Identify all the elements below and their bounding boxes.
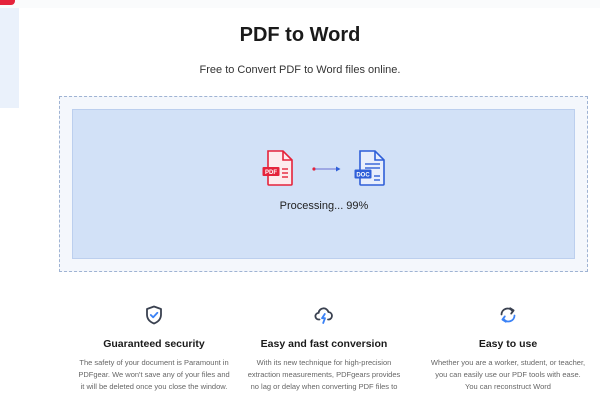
doc-badge-label: DOC — [356, 173, 370, 179]
logo-icon[interactable] — [0, 0, 15, 5]
processing-status: Processing... 99% — [279, 200, 369, 212]
feature-fast-conversion: Easy and fast conversion With its new te… — [224, 305, 424, 393]
convert-arrow-icon — [312, 166, 341, 172]
feature-description: Whether you are a worker, student, or te… — [430, 358, 586, 391]
side-panel — [0, 8, 19, 108]
page: PDF to Word Free to Convert PDF to Word … — [0, 0, 600, 400]
cloud-lightning-icon — [314, 307, 333, 324]
shield-check-icon — [146, 305, 162, 325]
upload-dropzone[interactable] — [59, 96, 588, 272]
pdf-file-icon: PDF — [262, 150, 293, 186]
top-bar — [0, 0, 600, 8]
feature-easy-to-use: Easy to use Whether you are a worker, st… — [408, 305, 600, 393]
page-title: PDF to Word — [239, 24, 361, 46]
pdf-badge-label: PDF — [265, 170, 277, 176]
upload-dropzone-inner[interactable] — [72, 109, 575, 259]
doc-file-icon: DOC — [354, 150, 385, 186]
sync-arrows-icon — [500, 307, 516, 323]
feature-description: With its new technique for high-precisio… — [247, 358, 401, 391]
feature-title: Easy to use — [478, 338, 538, 350]
page-subtitle: Free to Convert PDF to Word files online… — [199, 64, 401, 76]
feature-title: Easy and fast conversion — [260, 338, 388, 350]
